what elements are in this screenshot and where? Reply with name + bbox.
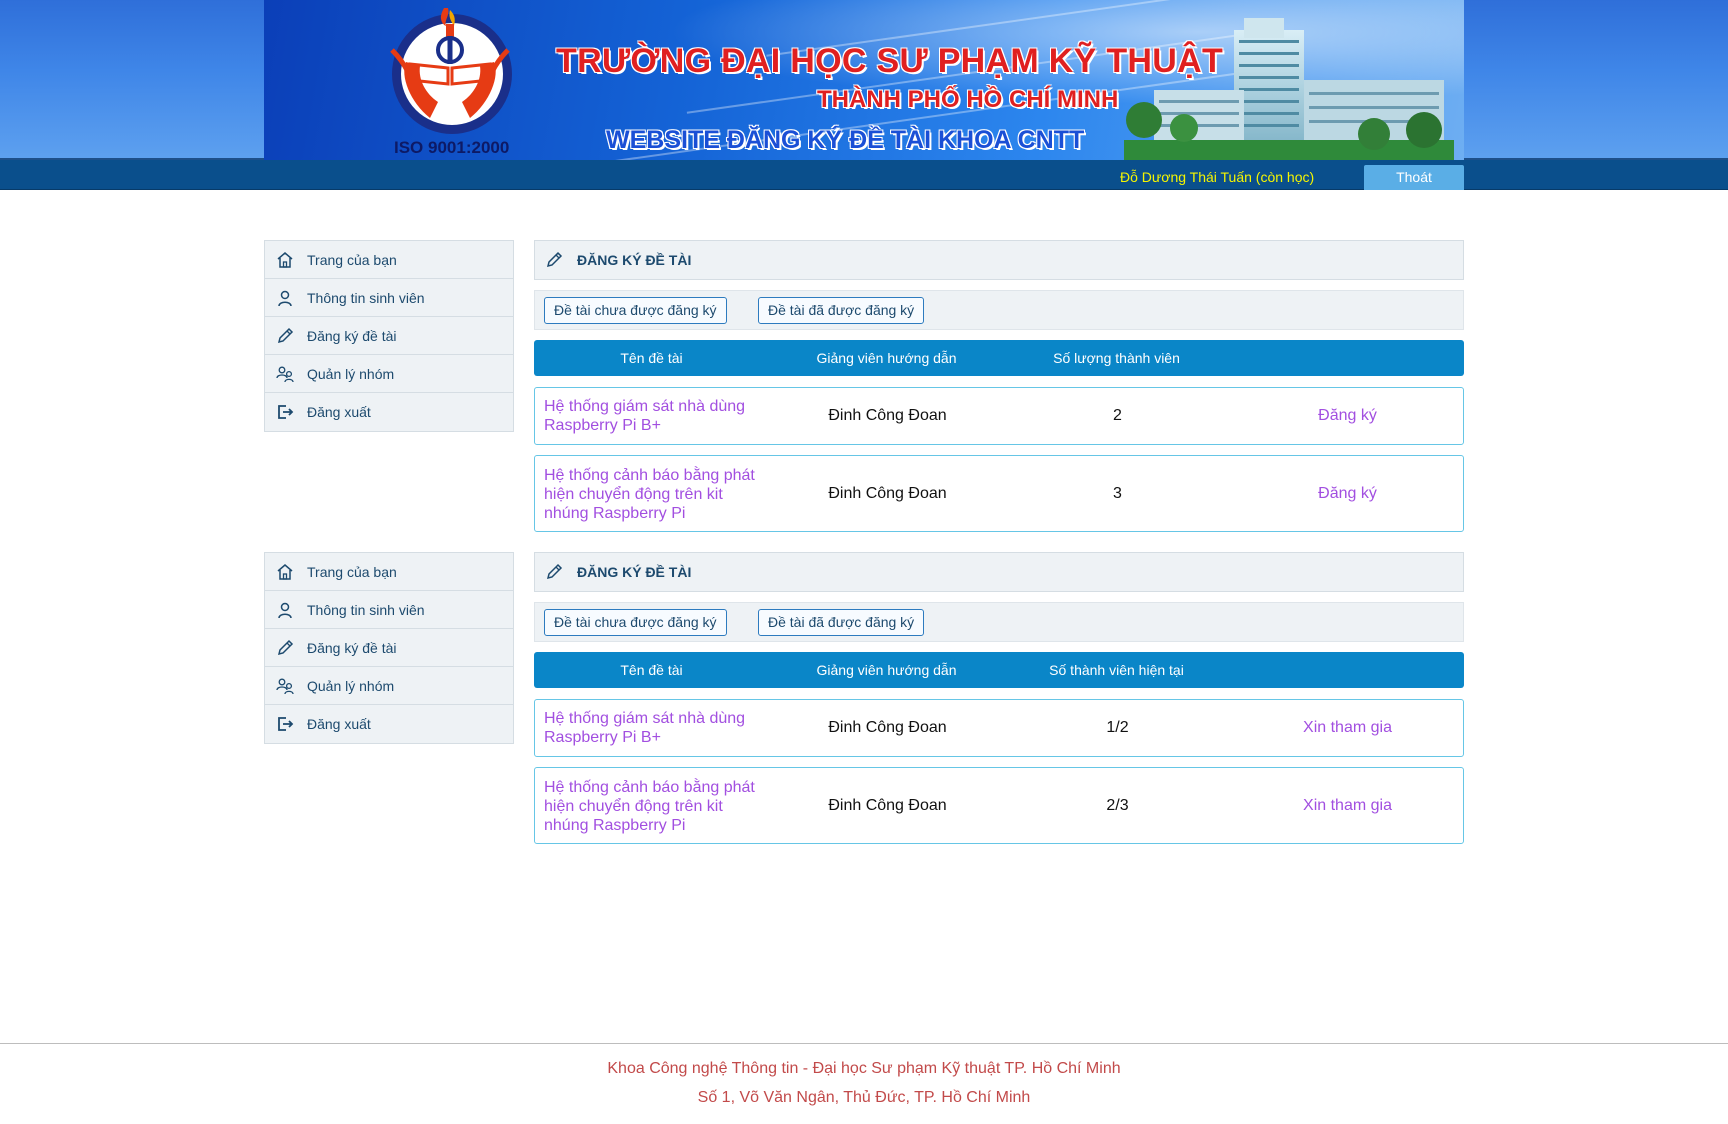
logout-icon bbox=[275, 714, 295, 734]
iso-label: ISO 9001:2000 bbox=[394, 138, 510, 157]
logo-emblem-icon bbox=[390, 8, 510, 118]
lecturer-cell: Đinh Công Đoan bbox=[828, 407, 947, 424]
sidebar-menu: Trang của bạn Thông tin sinh viên Đăng k… bbox=[264, 552, 514, 744]
sidebar-item-group-management[interactable]: Quản lý nhóm bbox=[265, 355, 513, 393]
column-header-members: Số lượng thành viên bbox=[1053, 350, 1180, 366]
topic-tabs: Đề tài chưa được đăng ký Đề tài đã được … bbox=[534, 290, 1464, 330]
city-title: THÀNH PHỐ HỒ CHÍ MINH bbox=[817, 86, 1119, 113]
section-title: ĐĂNG KÝ ĐỀ TÀI bbox=[577, 252, 692, 268]
topic-title-link[interactable]: Hệ thống cảnh báo bằng phát hiện chuyển … bbox=[544, 466, 764, 523]
tab-registered-topics[interactable]: Đề tài đã được đăng ký bbox=[758, 297, 925, 324]
members-cell: 1/2 bbox=[1106, 719, 1129, 736]
footer-faculty: Khoa Công nghệ Thông tin - Đại học Sư ph… bbox=[607, 1060, 1121, 1077]
tab-registered-topics[interactable]: Đề tài đã được đăng ký bbox=[758, 609, 925, 636]
user-icon bbox=[275, 288, 295, 308]
footer-divider bbox=[0, 1043, 1728, 1044]
users-icon bbox=[275, 364, 295, 384]
home-icon bbox=[275, 250, 295, 270]
sidebar-item-logout[interactable]: Đăng xuất bbox=[265, 705, 513, 743]
footer-address: Số 1, Võ Văn Ngân, Thủ Đức, TP. Hồ Chí M… bbox=[697, 1089, 1031, 1106]
home-icon bbox=[275, 562, 295, 582]
column-header-topic: Tên đề tài bbox=[620, 662, 683, 678]
table-row: Hệ thống cảnh báo bằng phát hiện chuyển … bbox=[534, 455, 1464, 532]
sidebar-menu: Trang của bạn Thông tin sinh viên Đăng k… bbox=[264, 240, 514, 432]
lecturer-cell: Đinh Công Đoan bbox=[828, 719, 947, 736]
users-icon bbox=[275, 676, 295, 696]
pencil-icon bbox=[545, 562, 565, 582]
sidebar-item-logout[interactable]: Đăng xuất bbox=[265, 393, 513, 431]
section-title: ĐĂNG KÝ ĐỀ TÀI bbox=[577, 564, 692, 580]
join-request-link[interactable]: Xin tham gia bbox=[1230, 797, 1465, 815]
sidebar-item-label: Quản lý nhóm bbox=[307, 677, 395, 694]
lecturer-cell: Đinh Công Đoan bbox=[828, 797, 947, 814]
column-header-topic: Tên đề tài bbox=[620, 350, 683, 366]
members-cell: 2/3 bbox=[1106, 797, 1129, 814]
sidebar-item-label: Đăng xuất bbox=[307, 716, 371, 732]
user-icon bbox=[275, 600, 295, 620]
tab-unregistered-topics[interactable]: Đề tài chưa được đăng ký bbox=[544, 609, 727, 636]
university-logo: ISO 9001:2000 bbox=[384, 6, 534, 158]
sidebar-item-label: Trang của bạn bbox=[307, 251, 397, 268]
sidebar-item-label: Quản lý nhóm bbox=[307, 365, 395, 382]
column-header-lecturer: Giảng viên hướng dẫn bbox=[816, 662, 957, 678]
table-header: Tên đề tài Giảng viên hướng dẫn Số thành… bbox=[534, 652, 1464, 688]
campus-building-image bbox=[1124, 18, 1454, 160]
topic-title-link[interactable]: Hệ thống cảnh báo bằng phát hiện chuyển … bbox=[544, 778, 764, 835]
column-header-lecturer: Giảng viên hướng dẫn bbox=[816, 350, 957, 366]
sidebar-item-student-info[interactable]: Thông tin sinh viên bbox=[265, 591, 513, 629]
university-title: TRƯỜNG ĐẠI HỌC SƯ PHẠM KỸ THUẬT bbox=[556, 42, 1224, 80]
sidebar-item-group-management[interactable]: Quản lý nhóm bbox=[265, 667, 513, 705]
sidebar-item-label: Thông tin sinh viên bbox=[307, 601, 425, 618]
current-user-name: Đỗ Dương Thái Tuấn (còn học) bbox=[1120, 169, 1315, 185]
register-link[interactable]: Đăng ký bbox=[1230, 485, 1465, 503]
table-row: Hệ thống giám sát nhà dùng Raspberry Pi … bbox=[534, 699, 1464, 757]
sidebar-item-label: Đăng ký đề tài bbox=[307, 639, 397, 656]
sidebar-item-label: Thông tin sinh viên bbox=[307, 289, 425, 306]
members-cell: 3 bbox=[1113, 485, 1122, 502]
register-link[interactable]: Đăng ký bbox=[1230, 407, 1465, 425]
lecturer-cell: Đinh Công Đoan bbox=[828, 485, 947, 502]
website-title: WEBSITE ĐĂNG KÝ ĐỀ TÀI KHOA CNTT bbox=[606, 126, 1085, 154]
pencil-icon bbox=[545, 250, 565, 270]
header-banner: ISO 9001:2000 TRƯỜNG ĐẠI HỌC SƯ PHẠM KỸ … bbox=[264, 0, 1464, 160]
sidebar-item-student-info[interactable]: Thông tin sinh viên bbox=[265, 279, 513, 317]
sidebar-item-label: Đăng ký đề tài bbox=[307, 327, 397, 344]
table-header: Tên đề tài Giảng viên hướng dẫn Số lượng… bbox=[534, 340, 1464, 376]
sidebar-item-register-topic[interactable]: Đăng ký đề tài bbox=[265, 317, 513, 355]
topic-title-link[interactable]: Hệ thống giám sát nhà dùng Raspberry Pi … bbox=[544, 397, 764, 435]
sidebar-item-home[interactable]: Trang của bạn bbox=[265, 241, 513, 279]
section-header: ĐĂNG KÝ ĐỀ TÀI bbox=[534, 240, 1464, 280]
sidebar-item-register-topic[interactable]: Đăng ký đề tài bbox=[265, 629, 513, 667]
user-bar bbox=[0, 160, 1728, 190]
column-header-current-members: Số thành viên hiện tại bbox=[1049, 662, 1184, 678]
pencil-icon bbox=[275, 638, 295, 658]
pencil-icon bbox=[275, 326, 295, 346]
members-cell: 2 bbox=[1113, 407, 1122, 424]
topic-title-link[interactable]: Hệ thống giám sát nhà dùng Raspberry Pi … bbox=[544, 709, 764, 747]
table-row: Hệ thống cảnh báo bằng phát hiện chuyển … bbox=[534, 767, 1464, 844]
sidebar-item-label: Trang của bạn bbox=[307, 563, 397, 580]
join-request-link[interactable]: Xin tham gia bbox=[1230, 719, 1465, 737]
logout-button[interactable]: Thoát bbox=[1364, 165, 1464, 190]
section-header: ĐĂNG KÝ ĐỀ TÀI bbox=[534, 552, 1464, 592]
sidebar-item-label: Đăng xuất bbox=[307, 404, 371, 420]
table-row: Hệ thống giám sát nhà dùng Raspberry Pi … bbox=[534, 387, 1464, 445]
tab-unregistered-topics[interactable]: Đề tài chưa được đăng ký bbox=[544, 297, 727, 324]
topic-tabs: Đề tài chưa được đăng ký Đề tài đã được … bbox=[534, 602, 1464, 642]
logout-icon bbox=[275, 402, 295, 422]
sidebar-item-home[interactable]: Trang của bạn bbox=[265, 553, 513, 591]
